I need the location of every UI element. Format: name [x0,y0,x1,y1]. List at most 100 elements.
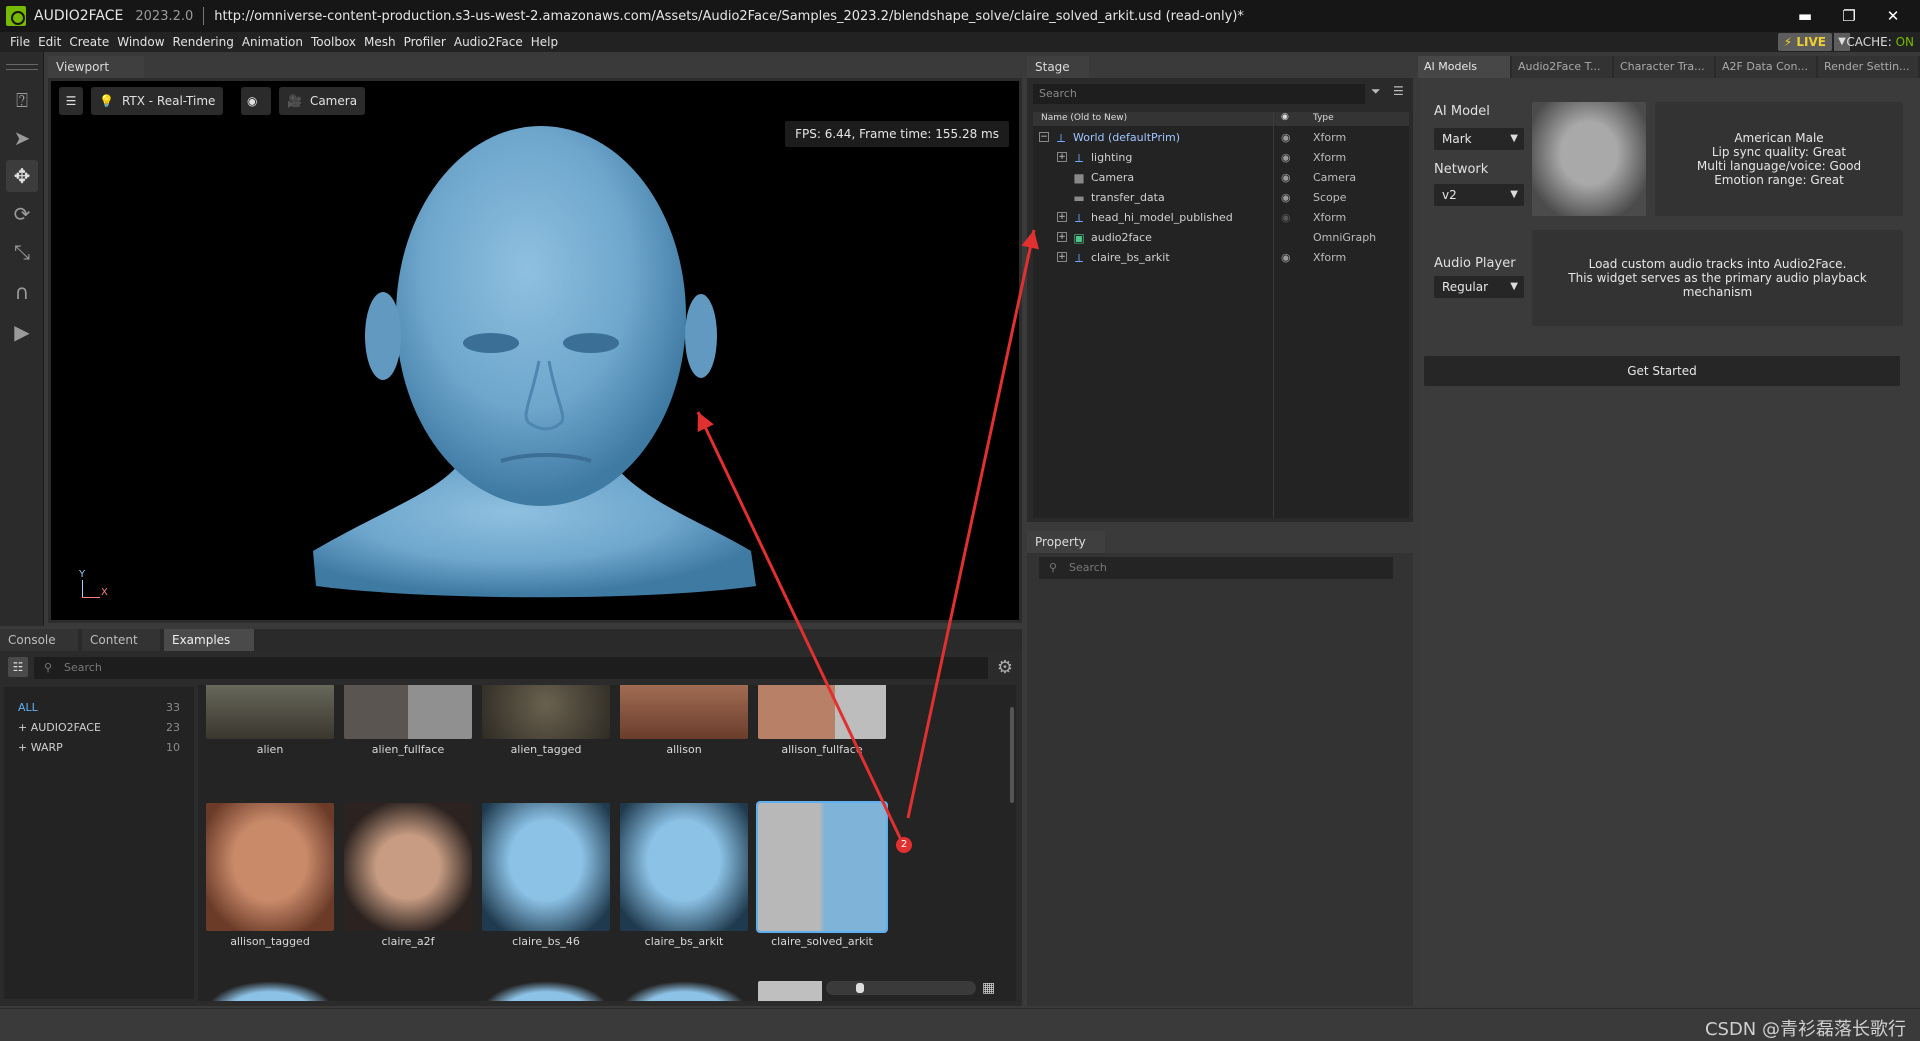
file-path: http://omniverse-content-production.s3-u… [214,8,1244,24]
grid-view-icon[interactable]: ▦ [982,981,998,995]
tab-stage[interactable]: Stage [1027,56,1089,78]
menu-mesh[interactable]: Mesh [360,35,400,49]
thumbnail-claire-bs-arkit[interactable] [620,803,748,931]
category-warp[interactable]: + WARP 10 [18,741,188,754]
column-name-header[interactable]: Name (Old to New) [1041,113,1127,123]
eye-icon[interactable]: ◉ [1281,131,1291,144]
category-audio2face[interactable]: + AUDIO2FACE 23 [18,721,188,734]
category-all[interactable]: ALL 33 [18,701,188,714]
help-select-icon[interactable]: ⍰ [6,84,38,116]
gear-icon[interactable]: ⚙ [994,657,1016,679]
stage-row-lighting[interactable]: + ⟂ lighting ◉ Xform [1033,148,1409,168]
tab-a2f-data-conversion[interactable]: A2F Data Con... [1716,56,1816,78]
grid-scrollbar[interactable] [1010,707,1014,803]
audio-player-select[interactable]: Regular ▼ [1434,276,1524,298]
stage-row-claire-bs-arkit[interactable]: + ⟂ claire_bs_arkit ◉ Xform [1033,248,1409,268]
hamburger-menu-icon[interactable]: ☰ [1393,84,1404,98]
eye-icon[interactable]: ◉ [1281,251,1291,264]
thumbnail-claire-bs-46[interactable] [482,803,610,931]
tree-toggle-icon[interactable]: ☷ [8,657,28,677]
collapse-icon[interactable]: − [1039,132,1049,142]
prim-name: lighting [1091,151,1133,164]
menu-audio2face[interactable]: Audio2Face [450,35,527,49]
tab-console[interactable]: Console [0,629,78,651]
model-info-line: Emotion range: Great [1714,173,1844,187]
thumbnail-allison-fullface[interactable] [758,685,886,739]
thumbnail-label: claire_bs_46 [512,935,580,948]
stage-search-input[interactable]: Search [1033,84,1365,104]
camera-button[interactable]: 🎥 Camera [279,87,366,115]
renderer-button[interactable]: 💡 RTX - Real-Time [91,87,224,115]
menu-create[interactable]: Create [65,35,113,49]
stage-row-transfer-data[interactable]: ▬ transfer_data ◉ Scope [1033,188,1409,208]
minimize-button[interactable]: ▬ [1788,4,1822,28]
column-visibility-eye-icon[interactable]: ◉ [1281,112,1289,122]
eye-icon[interactable]: ◉ [1281,171,1291,184]
examples-search-input[interactable]: ⚲ Search [34,657,988,679]
menu-file[interactable]: File [6,35,34,49]
menu-profiler[interactable]: Profiler [400,35,450,49]
viewport-settings-icon[interactable]: ☰ [59,87,83,115]
menu-toolbox[interactable]: Toolbox [307,35,360,49]
play-icon[interactable]: ▶ [6,316,38,348]
restore-button[interactable]: ❐ [1832,4,1866,28]
tab-ai-models[interactable]: AI Models [1418,56,1510,78]
thumbnail-allison-tagged[interactable] [206,803,334,931]
stage-row-audio2face[interactable]: + ▣ audio2face OmniGraph [1033,228,1409,248]
rotate-icon[interactable]: ⟳ [6,198,38,230]
stage-row-head-hi-model[interactable]: + ⟂ head_hi_model_published ◉ Xform [1033,208,1409,228]
tab-render-settings[interactable]: Render Settin... [1818,56,1918,78]
tab-content[interactable]: Content [82,629,160,651]
menu-animation[interactable]: Animation [238,35,307,49]
slider-knob[interactable] [856,983,864,993]
toolbar-grip-icon[interactable] [6,64,38,70]
thumbnail-allison[interactable] [620,685,748,739]
thumbnail-alien-fullface[interactable] [344,685,472,739]
viewport[interactable]: ☰ 💡 RTX - Real-Time ◉ 🎥 Camera FPS: 6.44… [48,78,1022,623]
tab-character-transfer[interactable]: Character Tra... [1614,56,1714,78]
property-search-input[interactable]: ⚲ Search [1039,557,1393,579]
expand-icon[interactable]: + [1057,152,1067,162]
thumbnail-claire-solved-arkit[interactable] [756,801,888,933]
move-icon[interactable]: ✥ [6,160,38,192]
visibility-eye-icon[interactable]: ◉ [241,87,271,115]
expand-icon[interactable]: + [1057,252,1067,262]
thumbnail-alien-tagged[interactable] [482,685,610,739]
live-button[interactable]: ⚡ LIVE [1777,33,1832,51]
column-type-header[interactable]: Type [1313,113,1334,123]
menu-rendering[interactable]: Rendering [169,35,238,49]
tab-examples-label: Examples [172,633,231,647]
thumbnail-row3-1[interactable] [206,981,334,1001]
thumbnail-alien[interactable] [206,685,334,739]
thumbnail-row3-3[interactable] [482,981,610,1001]
select-arrow-icon[interactable]: ➤ [6,122,38,154]
filter-icon[interactable]: ⏷ [1371,84,1381,99]
network-select[interactable]: v2 ▼ [1434,184,1524,206]
menu-window[interactable]: Window [113,35,168,49]
stage-row-camera[interactable]: ■ Camera ◉ Camera [1033,168,1409,188]
menu-help[interactable]: Help [527,35,562,49]
axis-x-label: X [101,587,108,598]
tab-viewport[interactable]: Viewport [48,56,144,78]
tab-property[interactable]: Property [1027,531,1105,553]
menu-edit[interactable]: Edit [34,35,65,49]
snap-magnet-icon[interactable]: ∩ [6,276,38,308]
expand-icon[interactable]: + [1057,232,1067,242]
thumbnail-claire-a2f[interactable] [344,803,472,931]
close-button[interactable]: ✕ [1876,4,1910,28]
eye-hidden-icon[interactable]: ◉ [1281,211,1291,224]
eye-icon[interactable]: ◉ [1281,191,1291,204]
scale-icon[interactable]: ⤡ [6,236,38,268]
axis-y-label: Y [79,569,86,580]
renderer-label: RTX - Real-Time [121,94,216,108]
stage-row-world[interactable]: − ⟂ World (defaultPrim) ◉ Xform [1033,128,1409,148]
model-info-line: Multi language/voice: Good [1696,159,1862,173]
thumbnail-size-slider[interactable] [826,981,976,995]
tab-examples[interactable]: Examples 1 [164,629,254,672]
expand-icon[interactable]: + [1057,212,1067,222]
eye-icon[interactable]: ◉ [1281,151,1291,164]
tab-audio2face-tool[interactable]: Audio2Face T... [1512,56,1612,78]
get-started-button[interactable]: Get Started [1424,356,1900,386]
ai-model-select[interactable]: Mark ▼ [1434,128,1524,150]
thumbnail-row3-4[interactable] [620,981,748,1001]
